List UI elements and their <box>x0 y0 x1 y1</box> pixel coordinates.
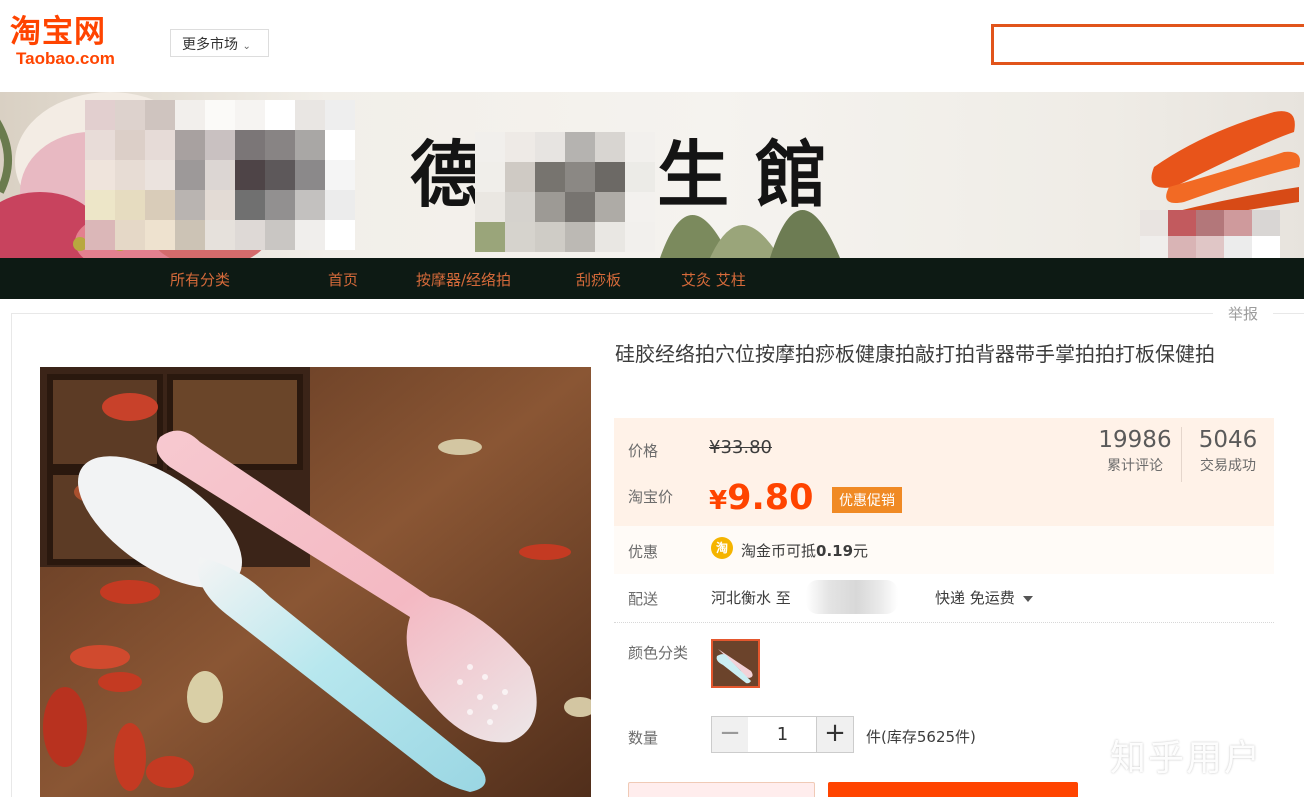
currency-symbol: ¥ <box>709 486 728 516</box>
quantity-label: 数量 <box>628 729 659 747</box>
pixelated-corner-mark <box>1140 210 1280 258</box>
shop-navigation: 所有分类 首页 按摩器/经络拍 刮痧板 艾灸 艾柱 <box>0 258 1304 299</box>
chevron-down-icon: ⌄ <box>242 41 251 52</box>
delivery-label: 配送 <box>628 590 659 608</box>
stock-info: 件(库存5625件) <box>866 728 976 746</box>
review-count-value: 19986 <box>1098 427 1172 453</box>
promo-label: 优惠 <box>628 543 659 561</box>
shipping-dropdown[interactable]: 快递 免运费 <box>935 587 1033 608</box>
nav-all-categories[interactable]: 所有分类 <box>170 269 230 290</box>
quantity-decrease-button[interactable]: − <box>711 716 749 753</box>
taobao-price-label: 淘宝价 <box>628 488 674 506</box>
add-to-cart-button[interactable] <box>828 782 1078 797</box>
current-price: ¥9.80 <box>709 478 813 518</box>
nav-massagers[interactable]: 按摩器/经络拍 <box>416 269 511 290</box>
quantity-input[interactable] <box>748 716 817 753</box>
stat-divider <box>1181 427 1182 482</box>
more-markets-dropdown[interactable]: 更多市场 ⌄ <box>170 29 269 57</box>
zhihu-watermark: 知乎用户 <box>1110 738 1263 779</box>
shipping-text: 快递 免运费 <box>935 589 1015 607</box>
product-title: 硅胶经络拍穴位按摩拍痧板健康拍敲打拍背器带手掌拍拍打板保健拍 <box>615 342 1215 366</box>
nav-gua-sha[interactable]: 刮痧板 <box>576 269 621 290</box>
review-count-label: 累计评论 <box>1107 458 1163 474</box>
promo-tag: 优惠促销 <box>832 487 902 513</box>
review-count[interactable]: 19986 累计评论 <box>1098 426 1172 478</box>
color-label: 颜色分类 <box>628 644 689 662</box>
more-markets-label: 更多市场 <box>182 37 238 53</box>
coin-discount-text: 淘金币可抵0.19元 <box>741 540 868 561</box>
sales-count-value: 5046 <box>1198 427 1258 453</box>
coin-amount: 0.19 <box>816 542 854 560</box>
taobao-logo[interactable]: 淘宝网 Taobao.com <box>10 14 150 72</box>
shop-banner: 德 養生館 <box>0 92 1304 258</box>
taobao-product-page: 淘宝网 Taobao.com 更多市场 ⌄ 德 養生館 所有分类 首页 按摩器/… <box>0 0 1304 797</box>
search-input[interactable] <box>991 24 1304 65</box>
sales-count-label: 交易成功 <box>1200 458 1256 474</box>
section-divider <box>614 622 1274 623</box>
swatch-thumbnail <box>713 641 758 686</box>
sales-count: 5046 交易成功 <box>1193 426 1263 478</box>
quantity-increase-button[interactable]: + <box>816 716 854 753</box>
buy-now-button[interactable] <box>628 782 815 797</box>
top-header: 淘宝网 Taobao.com 更多市场 ⌄ <box>0 0 1304 92</box>
original-price: ¥33.80 <box>709 437 772 458</box>
logo-english: Taobao.com <box>16 49 115 68</box>
pixelated-shop-name <box>475 132 655 252</box>
pixelated-shop-logo <box>85 100 355 250</box>
report-link[interactable]: 举报 <box>1213 303 1273 323</box>
blurred-destination[interactable] <box>806 580 898 614</box>
coin-text-suffix: 元 <box>853 542 869 560</box>
caret-down-icon <box>1022 595 1033 602</box>
price-label: 价格 <box>628 442 659 460</box>
nav-home[interactable]: 首页 <box>328 269 358 290</box>
product-photo <box>40 367 591 797</box>
coin-text-prefix: 淘金币可抵 <box>741 542 817 560</box>
delivery-origin: 河北衡水 至 <box>711 589 791 607</box>
product-main-image[interactable] <box>40 367 591 797</box>
nav-moxa[interactable]: 艾灸 艾柱 <box>681 269 746 290</box>
color-option-swatch[interactable] <box>711 639 760 688</box>
taobao-coin-icon: 淘 <box>711 537 733 559</box>
logo-chinese: 淘宝网 <box>10 14 106 50</box>
current-price-value: 9.80 <box>727 478 814 518</box>
